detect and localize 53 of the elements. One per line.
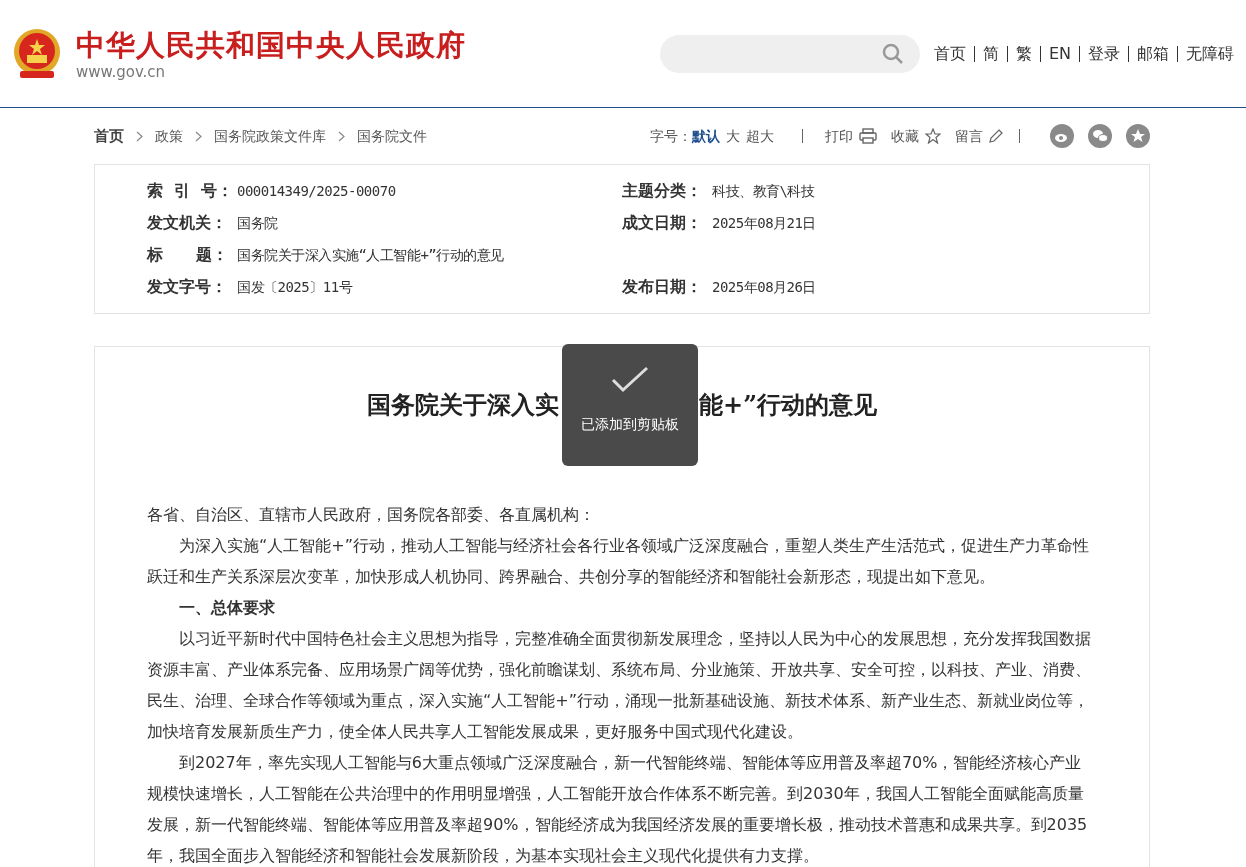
field-label: 成文日期： xyxy=(622,212,703,234)
favorite-link[interactable]: 收藏 xyxy=(891,125,919,147)
search-field[interactable] xyxy=(659,34,920,73)
favorite-link-icon[interactable] xyxy=(925,128,941,144)
font-size-option[interactable]: 大 xyxy=(726,125,740,147)
font-size-option[interactable]: 超大 xyxy=(746,125,774,147)
paragraph: 为深入实施“人工智能+”行动，推动人工智能与经济社会各行业各领域广泛深度融合，重塑人类生产生活范式，促进生产力革命性跃迁和生产关系深层次变革，加快形成人机协同、跨界融合、共创分享的智能经济和智能社会新形态，现提出如下意见。 xyxy=(147,535,1090,588)
breadcrumb-link[interactable]: 国务院文件 xyxy=(357,125,427,147)
chevron-icon xyxy=(136,130,143,142)
font-size-label: 字号： xyxy=(650,126,692,146)
print-link[interactable]: 打印 xyxy=(825,125,853,147)
nav-link[interactable]: 邮箱 xyxy=(1137,41,1169,66)
paragraph: 以习近平新时代中国特色社会主义思想为指导，完整准确全面贯彻新发展理念，坚持以人民为中心的发展思想，充分发挥我国数据资源丰富、产业体系完备、应用场景广阔等优势，强化前瞻谋划、系统布局、分业施策、开放共享、安全可控，以科技、产业、消费、民生、治理、全球合作等领域为重点，深入实施“人工智能+”行动，涌现一批新基础设施、新技术体系、新产业生态、新就业岗位等，加快培育发展新质生产力，使全体人民共享人工智能发展成果，更好服务中国式现代化建设。 xyxy=(147,628,1092,743)
field-label: 主题分类： xyxy=(622,180,703,202)
nav-link[interactable]: EN xyxy=(1048,41,1071,66)
section-heading: 一、总体要求 xyxy=(178,597,276,619)
font-size-option[interactable]: 默认 xyxy=(692,125,720,147)
paragraph: 到2027年，率先实现人工智能与6大重点领域广泛深度融合，新一代智能终端、智能体等应用普及率超70%，智能经济核心产业规模快速增长，人工智能在公共治理中的作用明显增强，人工智能开放合作体系不断完善。到2030年，我国人工智能全面赋能高质量发展，新一代智能终端、智能体等应用普及率超90%，智能经济成为我国经济发展的重要增长极，推动技术普惠和成果共享。到2035年，我国全面步入智能经济和智能社会发展新阶段，为基本实现社会主义现代化提供有力支撑。 xyxy=(147,752,1089,867)
field-label: 发布日期： xyxy=(622,276,703,298)
field-value: 科技、教育\科技 xyxy=(712,182,815,201)
nav-link[interactable]: 首页 xyxy=(933,41,966,66)
field-label: 发文机关： xyxy=(147,212,228,234)
field-value: 国发〔2025〕11号 xyxy=(237,278,353,297)
search-icon[interactable] xyxy=(881,42,904,65)
breadcrumb-link[interactable]: 首页 xyxy=(94,124,124,148)
chevron-icon xyxy=(195,130,202,142)
article-title: 国务院关于深入实 xyxy=(367,389,560,421)
paragraph: 各省、自治区、直辖市人民政府，国务院各部委、各直属机构： xyxy=(147,504,596,526)
chevron-icon xyxy=(338,130,345,142)
toast-message: 已添加到剪贴板 xyxy=(581,415,679,434)
field-value: 2025年08月21日 xyxy=(712,214,816,233)
nav-link[interactable]: 繁 xyxy=(1015,41,1032,66)
checkmark-icon xyxy=(610,366,650,394)
article-title: 能+”行动的意见 xyxy=(699,389,877,421)
field-label: 索 引 号： xyxy=(147,180,235,202)
site-name[interactable]: 中华人民共和国中央人民政府 xyxy=(76,26,466,63)
nav-link[interactable]: 简 xyxy=(982,41,999,66)
field-value: 000014349/2025-00070 xyxy=(237,182,396,201)
field-value: 2025年08月26日 xyxy=(712,278,816,297)
field-value: 国务院关于深入实施“人工智能+”行动的意见 xyxy=(237,246,504,265)
comment-link-icon[interactable] xyxy=(989,129,1003,143)
breadcrumb-link[interactable]: 政策 xyxy=(155,125,183,147)
field-label: 标 题： xyxy=(147,244,230,266)
site-domain: www.gov.cn xyxy=(76,62,167,81)
chat-bubbles-icon[interactable] xyxy=(1088,124,1112,148)
field-value: 国务院 xyxy=(237,214,278,233)
breadcrumb-link[interactable]: 国务院政策文件库 xyxy=(214,125,326,147)
nav-link[interactable]: 登录 xyxy=(1088,41,1120,66)
emblem-icon xyxy=(12,26,62,81)
nav-link[interactable]: 无障碍 xyxy=(1186,41,1234,66)
field-label: 发文字号： xyxy=(147,276,228,298)
comment-link[interactable]: 留言 xyxy=(955,125,983,147)
print-link-icon[interactable] xyxy=(859,128,877,144)
